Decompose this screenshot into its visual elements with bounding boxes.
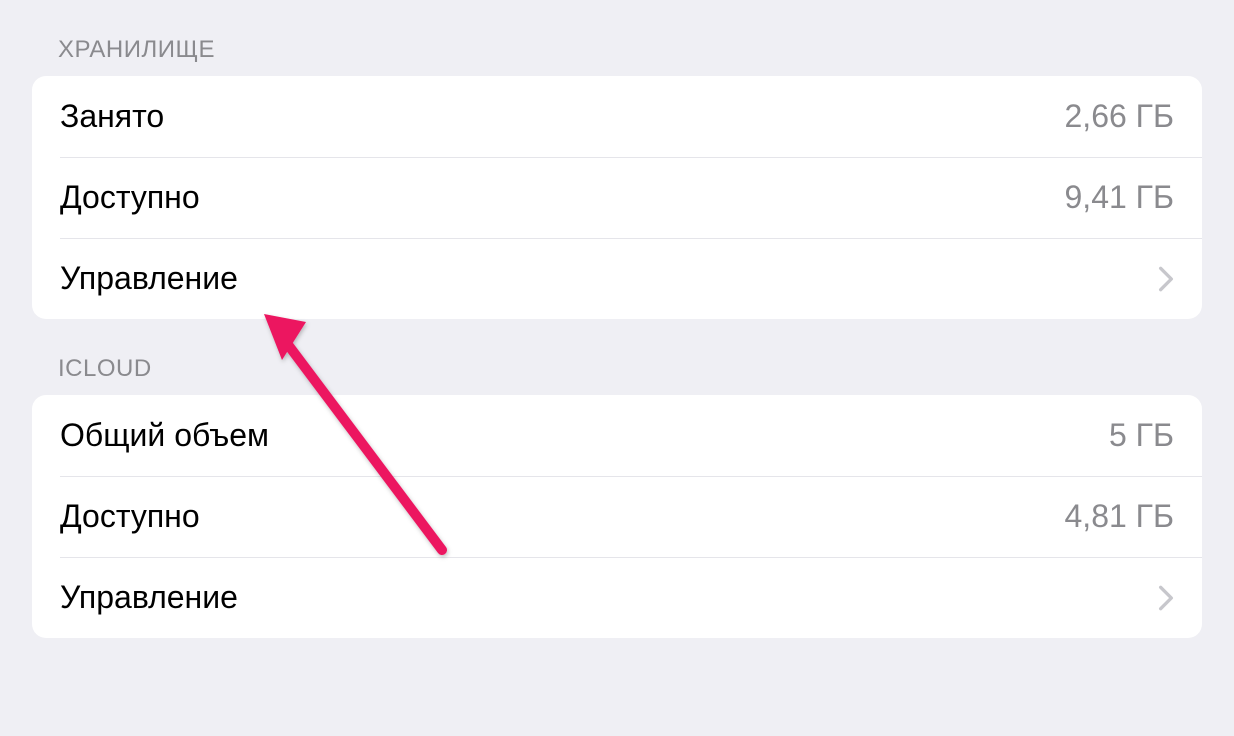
icloud-available-row: Доступно 4,81 ГБ [32, 476, 1202, 557]
icloud-card: Общий объем 5 ГБ Доступно 4,81 ГБ Управл… [32, 395, 1202, 638]
storage-used-label: Занято [60, 98, 164, 135]
icloud-manage-label: Управление [60, 579, 238, 616]
icloud-available-label: Доступно [60, 498, 200, 535]
icloud-total-value: 5 ГБ [1109, 417, 1174, 454]
storage-section-header: ХРАНИЛИЩЕ [32, 0, 1202, 76]
icloud-total-row: Общий объем 5 ГБ [32, 395, 1202, 476]
storage-manage-row[interactable]: Управление [32, 238, 1202, 319]
storage-manage-label: Управление [60, 260, 238, 297]
storage-used-row: Занято 2,66 ГБ [32, 76, 1202, 157]
storage-used-value: 2,66 ГБ [1065, 98, 1175, 135]
storage-available-label: Доступно [60, 179, 200, 216]
storage-available-row: Доступно 9,41 ГБ [32, 157, 1202, 238]
icloud-manage-row[interactable]: Управление [32, 557, 1202, 638]
storage-card: Занято 2,66 ГБ Доступно 9,41 ГБ Управлен… [32, 76, 1202, 319]
icloud-total-label: Общий объем [60, 417, 269, 454]
icloud-section-header: ICLOUD [32, 319, 1202, 395]
icloud-available-value: 4,81 ГБ [1065, 498, 1175, 535]
chevron-right-icon [1158, 265, 1174, 293]
storage-available-value: 9,41 ГБ [1065, 179, 1175, 216]
chevron-right-icon [1158, 584, 1174, 612]
